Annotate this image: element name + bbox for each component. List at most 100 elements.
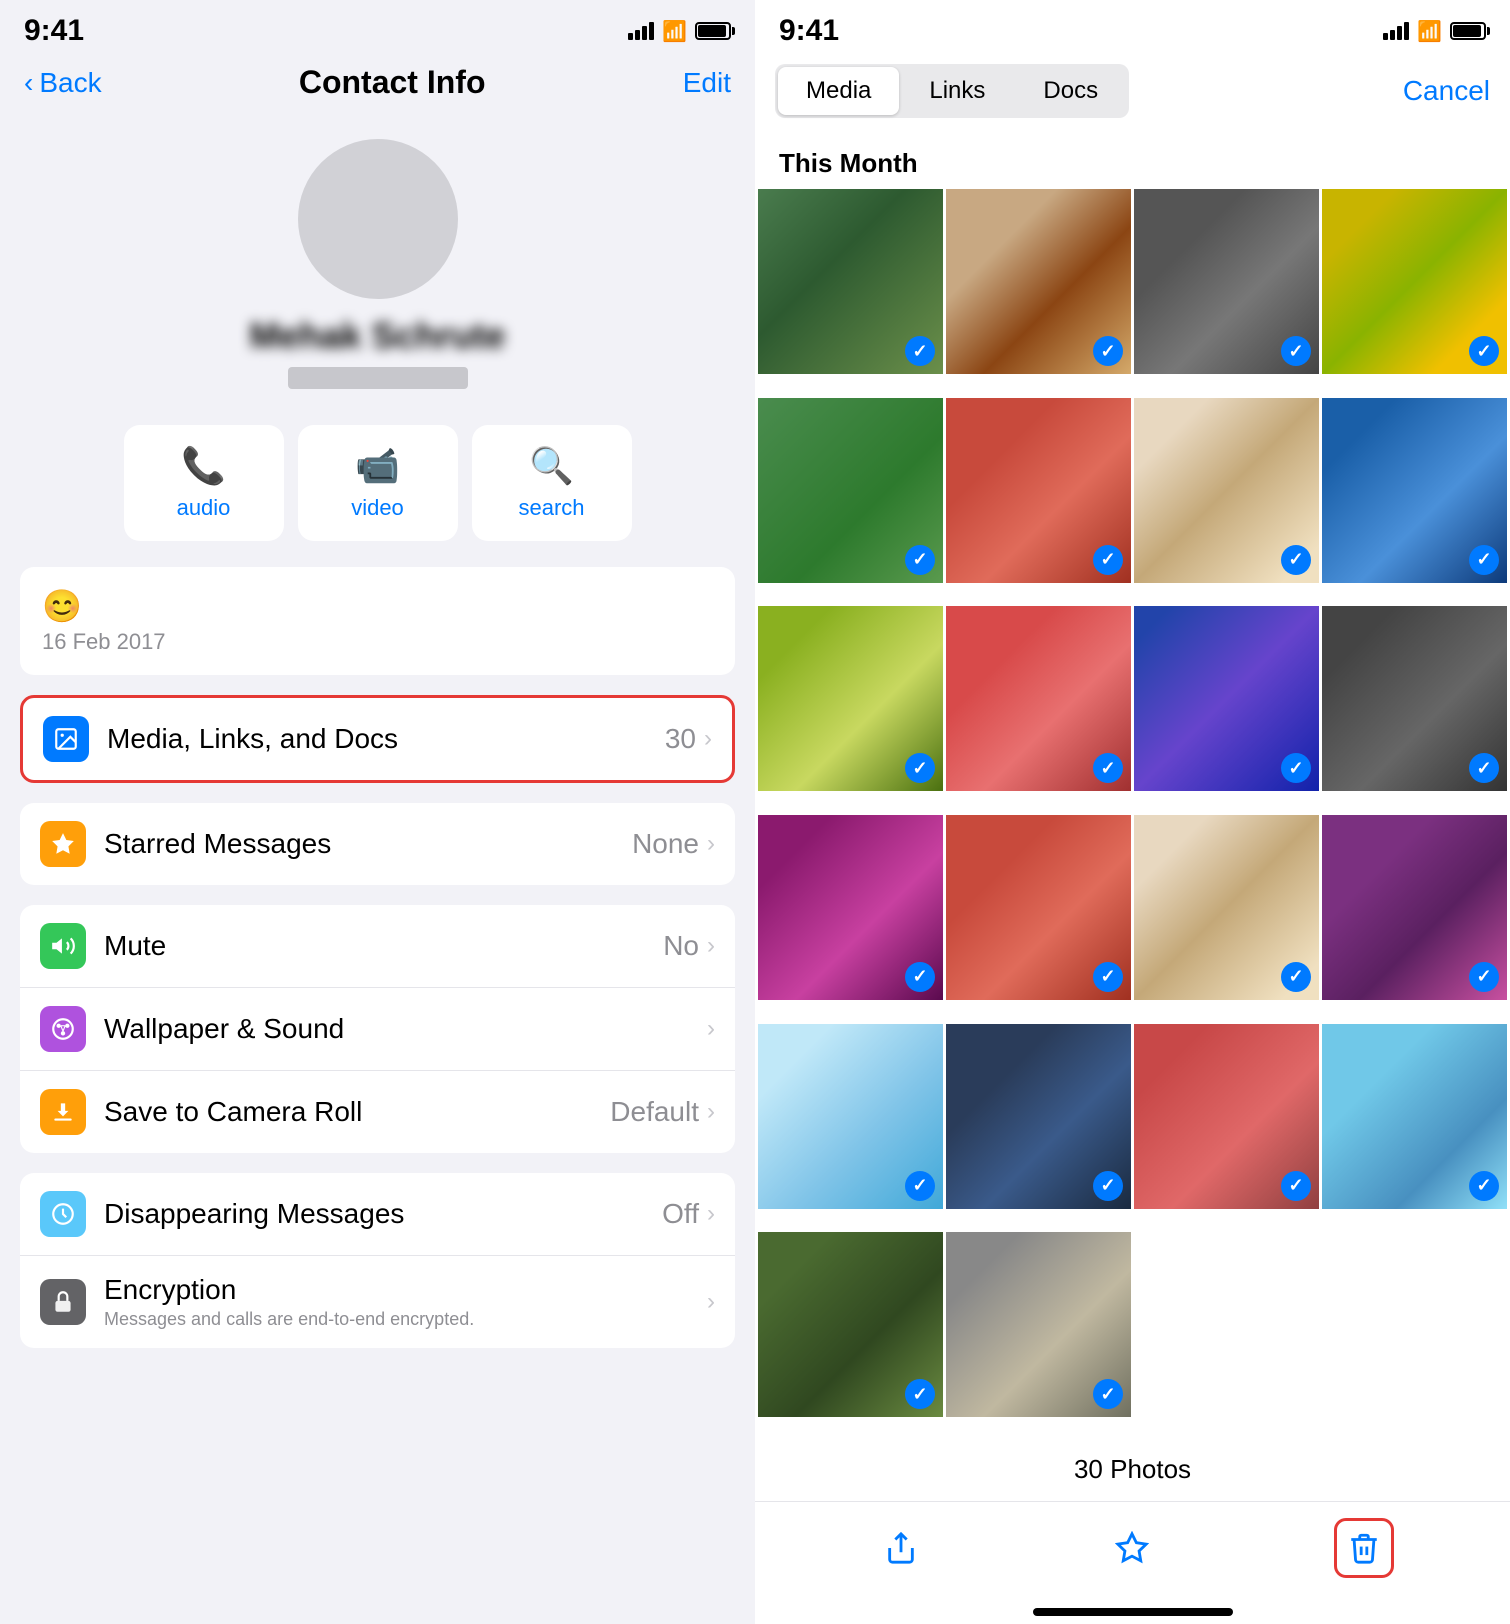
- save-row[interactable]: Save to Camera Roll Default ›: [20, 1071, 735, 1153]
- photo-cell-19[interactable]: ✓: [1134, 1024, 1319, 1209]
- audio-button[interactable]: 📞 audio: [124, 425, 284, 541]
- home-indicator: [1033, 1608, 1233, 1616]
- settings-group-2: Mute No › Wallpaper & Sound ›: [20, 905, 735, 1153]
- check-badge-12: ✓: [1469, 753, 1499, 783]
- disappear-label: Disappearing Messages: [104, 1198, 662, 1230]
- signal-bar-r2: [1390, 30, 1395, 40]
- search-button[interactable]: 🔍 search: [472, 425, 632, 541]
- save-label: Save to Camera Roll: [104, 1096, 610, 1128]
- photo-cell-5[interactable]: ✓: [758, 398, 943, 583]
- wallpaper-chevron: ›: [707, 1015, 715, 1043]
- wallpaper-icon: [40, 1006, 86, 1052]
- signal-bar-2: [635, 30, 640, 40]
- contact-name: Mehak Schrute: [249, 315, 505, 357]
- delete-button[interactable]: [1334, 1518, 1394, 1578]
- left-panel: 9:41 📶 ‹ Back Contact Info Edit Mehak Sc…: [0, 0, 755, 1624]
- status-icons-left: 📶: [628, 19, 731, 44]
- signal-bars-right: [1383, 22, 1409, 40]
- profile-section: Mehak Schrute: [0, 115, 755, 409]
- status-bar-left: 9:41 📶: [0, 0, 755, 56]
- cancel-button[interactable]: Cancel: [1403, 75, 1490, 107]
- right-panel: 9:41 📶 Media Links Docs Cancel This Mont…: [755, 0, 1510, 1624]
- video-button[interactable]: 📹 video: [298, 425, 458, 541]
- media-row[interactable]: Media, Links, and Docs 30 ›: [23, 698, 732, 780]
- mute-label: Mute: [104, 930, 663, 962]
- photo-cell-9[interactable]: ✓: [758, 606, 943, 791]
- audio-label: audio: [177, 495, 231, 521]
- right-nav: Media Links Docs Cancel: [755, 56, 1510, 132]
- media-chevron: ›: [704, 725, 712, 753]
- signal-bars-left: [628, 22, 654, 40]
- media-value: 30: [665, 723, 696, 755]
- signal-bar-3: [642, 26, 647, 40]
- action-buttons: 📞 audio 📹 video 🔍 search: [0, 409, 755, 557]
- mute-chevron: ›: [707, 932, 715, 960]
- photo-cell-12[interactable]: ✓: [1322, 606, 1507, 791]
- check-badge-6: ✓: [1093, 545, 1123, 575]
- segmented-control: Media Links Docs: [775, 64, 1129, 118]
- check-badge-13: ✓: [905, 962, 935, 992]
- photo-grid: ✓ ✓ ✓ ✓ ✓ ✓ ✓ ✓ ✓ ✓ ✓: [755, 189, 1510, 1438]
- tab-docs[interactable]: Docs: [1015, 67, 1126, 115]
- photo-cell-4[interactable]: ✓: [1322, 189, 1507, 374]
- check-badge-22: ✓: [1093, 1379, 1123, 1409]
- check-badge-14: ✓: [1093, 962, 1123, 992]
- search-icon: 🔍: [529, 445, 574, 487]
- wallpaper-row[interactable]: Wallpaper & Sound ›: [20, 988, 735, 1071]
- photo-cell-17[interactable]: ✓: [758, 1024, 943, 1209]
- photo-cell-20[interactable]: ✓: [1322, 1024, 1507, 1209]
- star-button[interactable]: [1102, 1518, 1162, 1578]
- photo-cell-10[interactable]: ✓: [946, 606, 1131, 791]
- nav-bar-left: ‹ Back Contact Info Edit: [0, 56, 755, 115]
- page-title: Contact Info: [299, 64, 486, 101]
- back-label: Back: [39, 67, 101, 99]
- check-badge-15: ✓: [1281, 962, 1311, 992]
- check-badge-20: ✓: [1469, 1171, 1499, 1201]
- signal-bar-r1: [1383, 33, 1388, 40]
- check-badge-18: ✓: [1093, 1171, 1123, 1201]
- edit-button[interactable]: Edit: [683, 67, 731, 99]
- mute-row[interactable]: Mute No ›: [20, 905, 735, 988]
- photo-cell-18[interactable]: ✓: [946, 1024, 1131, 1209]
- encryption-row[interactable]: Encryption Messages and calls are end-to…: [20, 1256, 735, 1348]
- photo-cell-3[interactable]: ✓: [1134, 189, 1319, 374]
- check-badge-5: ✓: [905, 545, 935, 575]
- tab-links[interactable]: Links: [901, 67, 1013, 115]
- check-badge-16: ✓: [1469, 962, 1499, 992]
- bottom-toolbar: [755, 1501, 1510, 1608]
- share-button[interactable]: [871, 1518, 931, 1578]
- check-badge-8: ✓: [1469, 545, 1499, 575]
- wallpaper-label: Wallpaper & Sound: [104, 1013, 707, 1045]
- disappear-row[interactable]: Disappearing Messages Off ›: [20, 1173, 735, 1256]
- starred-row[interactable]: Starred Messages None ›: [20, 803, 735, 885]
- photo-cell-14[interactable]: ✓: [946, 815, 1131, 1000]
- status-icons-right: 📶: [1383, 19, 1486, 44]
- tab-media[interactable]: Media: [778, 67, 899, 115]
- starred-value: None: [632, 828, 699, 860]
- photo-cell-21[interactable]: ✓: [758, 1232, 943, 1417]
- status-time-left: 9:41: [24, 14, 84, 48]
- encryption-chevron: ›: [707, 1288, 715, 1316]
- signal-bar-r4: [1404, 22, 1409, 40]
- emoji-section: 😊 16 Feb 2017: [20, 567, 735, 675]
- photo-cell-13[interactable]: ✓: [758, 815, 943, 1000]
- photo-cell-22[interactable]: ✓: [946, 1232, 1131, 1417]
- starred-label: Starred Messages: [104, 828, 632, 860]
- disappear-icon: [40, 1191, 86, 1237]
- photo-cell-2[interactable]: ✓: [946, 189, 1131, 374]
- photo-cell-6[interactable]: ✓: [946, 398, 1131, 583]
- photos-count: 30 Photos: [755, 1438, 1510, 1501]
- photo-cell-7[interactable]: ✓: [1134, 398, 1319, 583]
- save-chevron: ›: [707, 1098, 715, 1126]
- starred-icon: [40, 821, 86, 867]
- photo-cell-15[interactable]: ✓: [1134, 815, 1319, 1000]
- photo-cell-1[interactable]: ✓: [758, 189, 943, 374]
- photo-cell-8[interactable]: ✓: [1322, 398, 1507, 583]
- photo-cell-16[interactable]: ✓: [1322, 815, 1507, 1000]
- media-group: Media, Links, and Docs 30 ›: [20, 695, 735, 783]
- back-button[interactable]: ‹ Back: [24, 67, 102, 99]
- search-label: search: [518, 495, 584, 521]
- battery-fill-right: [1453, 25, 1481, 37]
- disappear-chevron: ›: [707, 1200, 715, 1228]
- photo-cell-11[interactable]: ✓: [1134, 606, 1319, 791]
